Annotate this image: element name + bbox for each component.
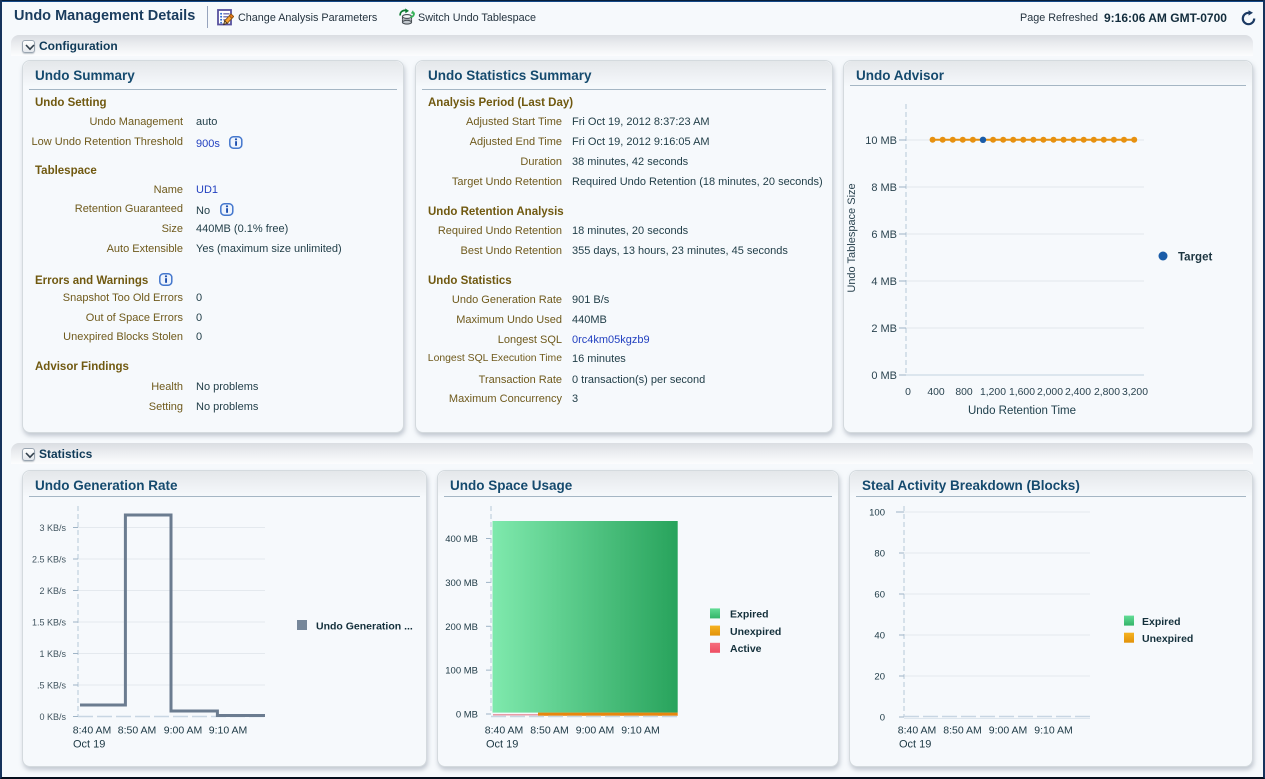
svg-text:8:50 AM: 8:50 AM <box>530 725 569 737</box>
svg-text:2,800: 2,800 <box>1094 387 1120 398</box>
svg-text:Oct 19: Oct 19 <box>73 739 105 751</box>
svg-text:1 KB/s: 1 KB/s <box>39 649 66 659</box>
svg-text:2,000: 2,000 <box>1037 387 1063 398</box>
svg-text:1,200: 1,200 <box>980 387 1006 398</box>
svg-text:1,600: 1,600 <box>1009 387 1035 398</box>
svg-text:9:00 AM: 9:00 AM <box>576 725 615 737</box>
svg-text:8:50 AM: 8:50 AM <box>943 725 982 737</box>
svg-text:Active: Active <box>730 643 762 655</box>
svg-text:20: 20 <box>874 672 885 683</box>
svg-text:Target: Target <box>1178 252 1212 264</box>
svg-text:9:10 AM: 9:10 AM <box>1034 725 1073 737</box>
svg-text:0 MB: 0 MB <box>871 370 897 382</box>
svg-text:.5 KB/s: .5 KB/s <box>37 681 67 691</box>
svg-text:100 MB: 100 MB <box>445 666 478 677</box>
svg-text:2 MB: 2 MB <box>871 323 897 335</box>
svg-text:Undo Tablespace Size: Undo Tablespace Size <box>846 183 858 292</box>
svg-text:300 MB: 300 MB <box>445 578 478 589</box>
svg-text:400: 400 <box>927 387 945 398</box>
svg-text:Unexpired: Unexpired <box>1142 633 1193 645</box>
svg-text:40: 40 <box>874 631 885 642</box>
svg-text:100: 100 <box>869 508 885 519</box>
svg-text:8:40 AM: 8:40 AM <box>898 725 937 737</box>
svg-text:400 MB: 400 MB <box>445 534 478 545</box>
svg-text:Oct 19: Oct 19 <box>899 739 931 751</box>
svg-text:8:50 AM: 8:50 AM <box>118 725 157 737</box>
svg-text:200 MB: 200 MB <box>445 622 478 633</box>
svg-text:0 MB: 0 MB <box>456 710 478 721</box>
svg-text:2,400: 2,400 <box>1065 387 1091 398</box>
svg-text:4 MB: 4 MB <box>871 276 897 288</box>
svg-text:3,200: 3,200 <box>1122 387 1148 398</box>
svg-text:8 MB: 8 MB <box>871 182 897 194</box>
svg-text:9:00 AM: 9:00 AM <box>989 725 1028 737</box>
svg-text:9:10 AM: 9:10 AM <box>209 725 248 737</box>
svg-text:Expired: Expired <box>730 609 769 621</box>
svg-text:80: 80 <box>874 549 885 560</box>
svg-text:9:00 AM: 9:00 AM <box>164 725 203 737</box>
svg-text:Expired: Expired <box>1142 616 1181 628</box>
svg-text:0: 0 <box>905 387 911 398</box>
svg-text:Oct 19: Oct 19 <box>486 739 518 751</box>
svg-text:3 KB/s: 3 KB/s <box>39 523 66 533</box>
svg-text:2.5 KB/s: 2.5 KB/s <box>32 555 67 565</box>
svg-text:Undo Retention Time: Undo Retention Time <box>968 405 1076 417</box>
svg-text:Unexpired: Unexpired <box>730 626 781 638</box>
svg-text:8:40 AM: 8:40 AM <box>485 725 524 737</box>
svg-text:Undo Generation ...: Undo Generation ... <box>316 621 413 633</box>
svg-text:8:40 AM: 8:40 AM <box>73 725 112 737</box>
svg-text:800: 800 <box>955 387 973 398</box>
svg-text:0 KB/s: 0 KB/s <box>39 712 66 722</box>
svg-text:0: 0 <box>880 713 885 724</box>
svg-text:9:10 AM: 9:10 AM <box>621 725 660 737</box>
svg-text:1.5 KB/s: 1.5 KB/s <box>32 618 67 628</box>
svg-text:2 KB/s: 2 KB/s <box>39 586 66 596</box>
svg-text:6 MB: 6 MB <box>871 229 897 241</box>
svg-text:10 MB: 10 MB <box>865 135 897 147</box>
svg-text:60: 60 <box>874 590 885 601</box>
